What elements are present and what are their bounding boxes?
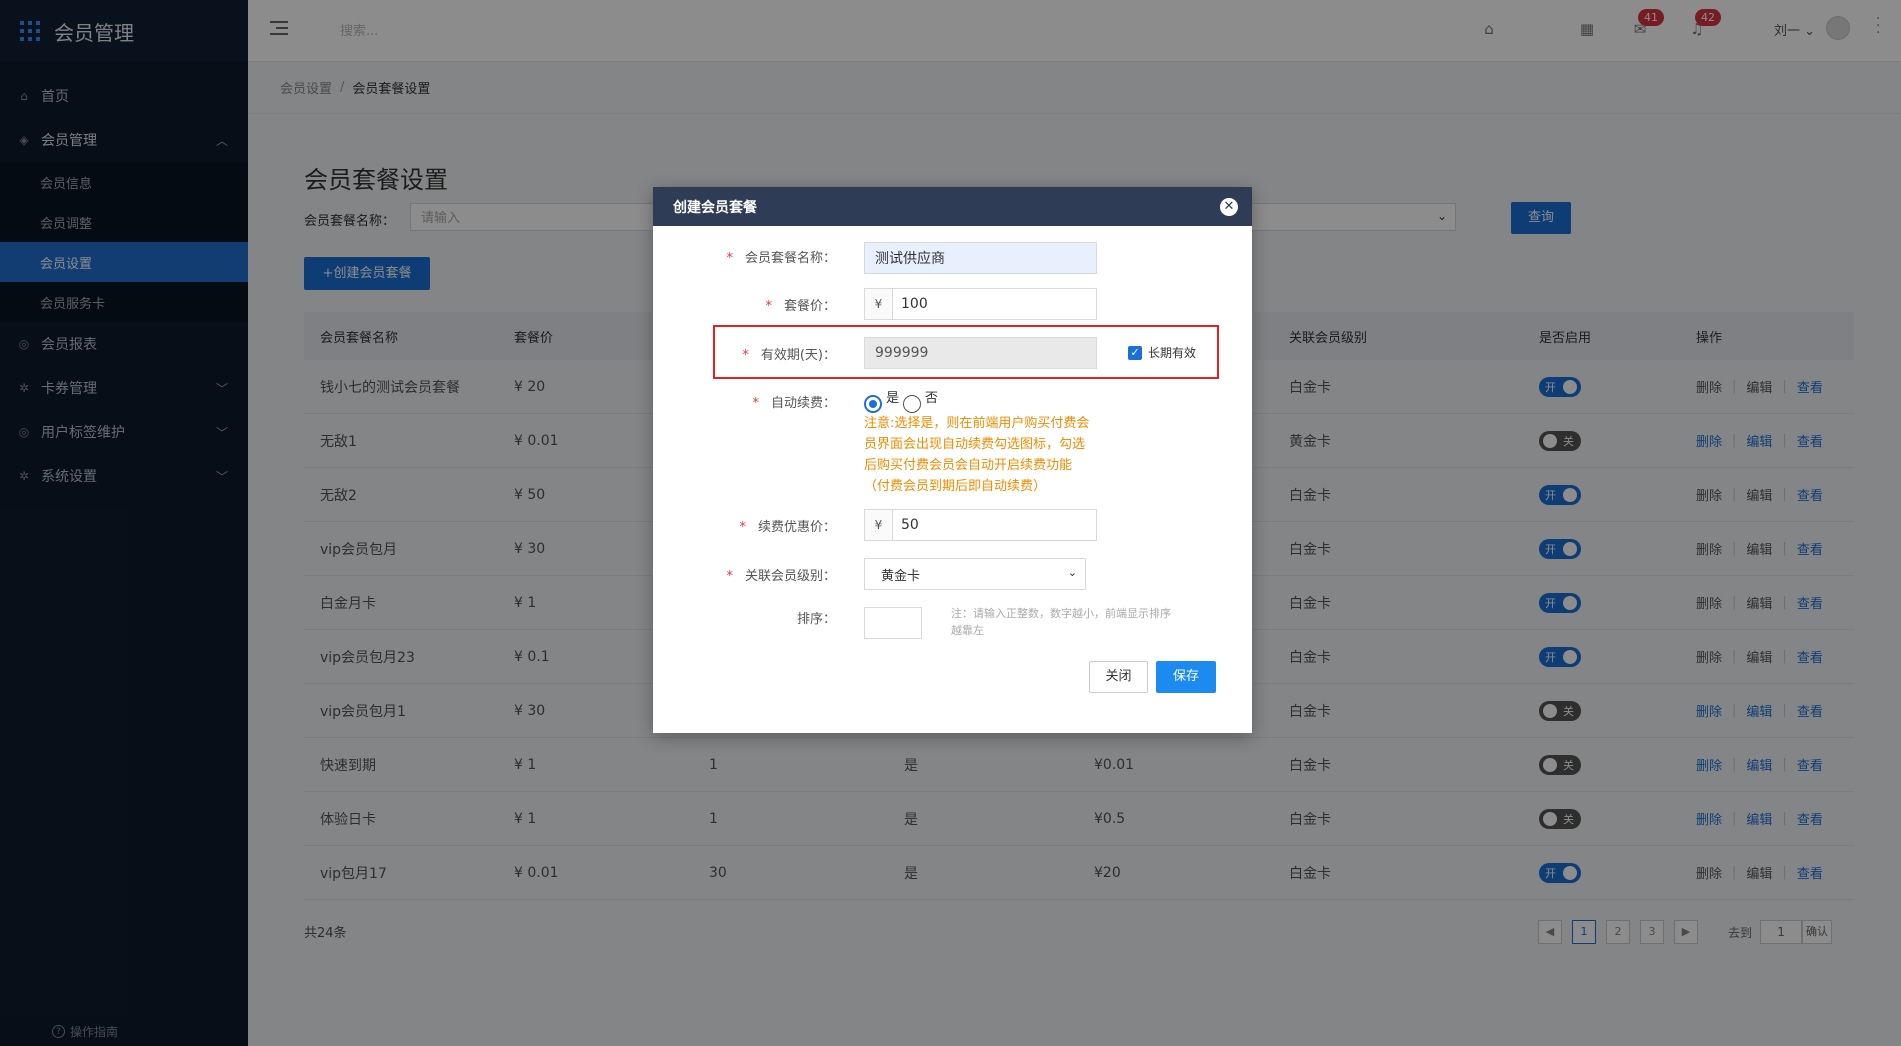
- package-price-label: * 套餐价：: [765, 299, 836, 314]
- renew-price-label: * 续费优惠价：: [739, 520, 836, 535]
- currency-prefix: ¥: [865, 510, 893, 540]
- member-level-label: * 关联会员级别：: [726, 569, 836, 584]
- save-button[interactable]: 保存: [1156, 661, 1216, 693]
- close-button[interactable]: 关闭: [1089, 661, 1148, 693]
- auto-renew-note: 注意:选择是，则在前端用户购买付费会员界面会出现自动续费勾选图标，勾选后购买付费…: [864, 416, 1090, 494]
- chevron-down-icon: ⌄: [1067, 566, 1077, 579]
- package-price-value: 100: [901, 296, 928, 312]
- renew-price-input[interactable]: ¥ 50: [864, 509, 1097, 541]
- long-term-label: 长期有效: [1148, 346, 1197, 360]
- currency-prefix: ¥: [865, 289, 893, 319]
- sort-label: 排序：: [796, 612, 836, 627]
- modal-title: 创建会员套餐: [673, 199, 757, 216]
- radio-label-no: 否: [925, 391, 939, 406]
- package-name-input[interactable]: 测试供应商: [864, 242, 1097, 274]
- member-level-select[interactable]: 黄金卡 ⌄: [864, 558, 1086, 590]
- checkbox-checked-icon: ✓: [1128, 345, 1142, 360]
- auto-renew-yes-radio[interactable]: [864, 394, 882, 413]
- auto-renew-no-radio[interactable]: [903, 394, 922, 413]
- package-name-label: * 会员套餐名称：: [726, 251, 836, 266]
- sort-input[interactable]: [864, 607, 922, 639]
- validity-label: * 有效期(天)：: [742, 348, 836, 363]
- validity-days-input[interactable]: 999999: [864, 337, 1097, 369]
- radio-label-yes: 是: [886, 391, 900, 406]
- long-term-checkbox[interactable]: ✓ 长期有效: [1128, 344, 1196, 361]
- modal-header: 创建会员套餐 ✕: [653, 187, 1252, 226]
- member-level-value: 黄金卡: [881, 568, 921, 584]
- package-price-input[interactable]: ¥ 100: [864, 288, 1097, 320]
- sort-note: 注：请输入正整数，数字越小，前端显示排序越靠左: [951, 607, 1171, 637]
- close-icon[interactable]: ✕: [1220, 198, 1238, 216]
- auto-renew-label: * 自动续费：: [752, 396, 836, 411]
- auto-renew-radio-group: 是 否: [864, 387, 938, 414]
- create-package-modal: 创建会员套餐 ✕ * 会员套餐名称： 测试供应商 * 套餐价： ¥ 100 * 有效期…: [653, 187, 1252, 733]
- renew-price-value: 50: [901, 517, 919, 533]
